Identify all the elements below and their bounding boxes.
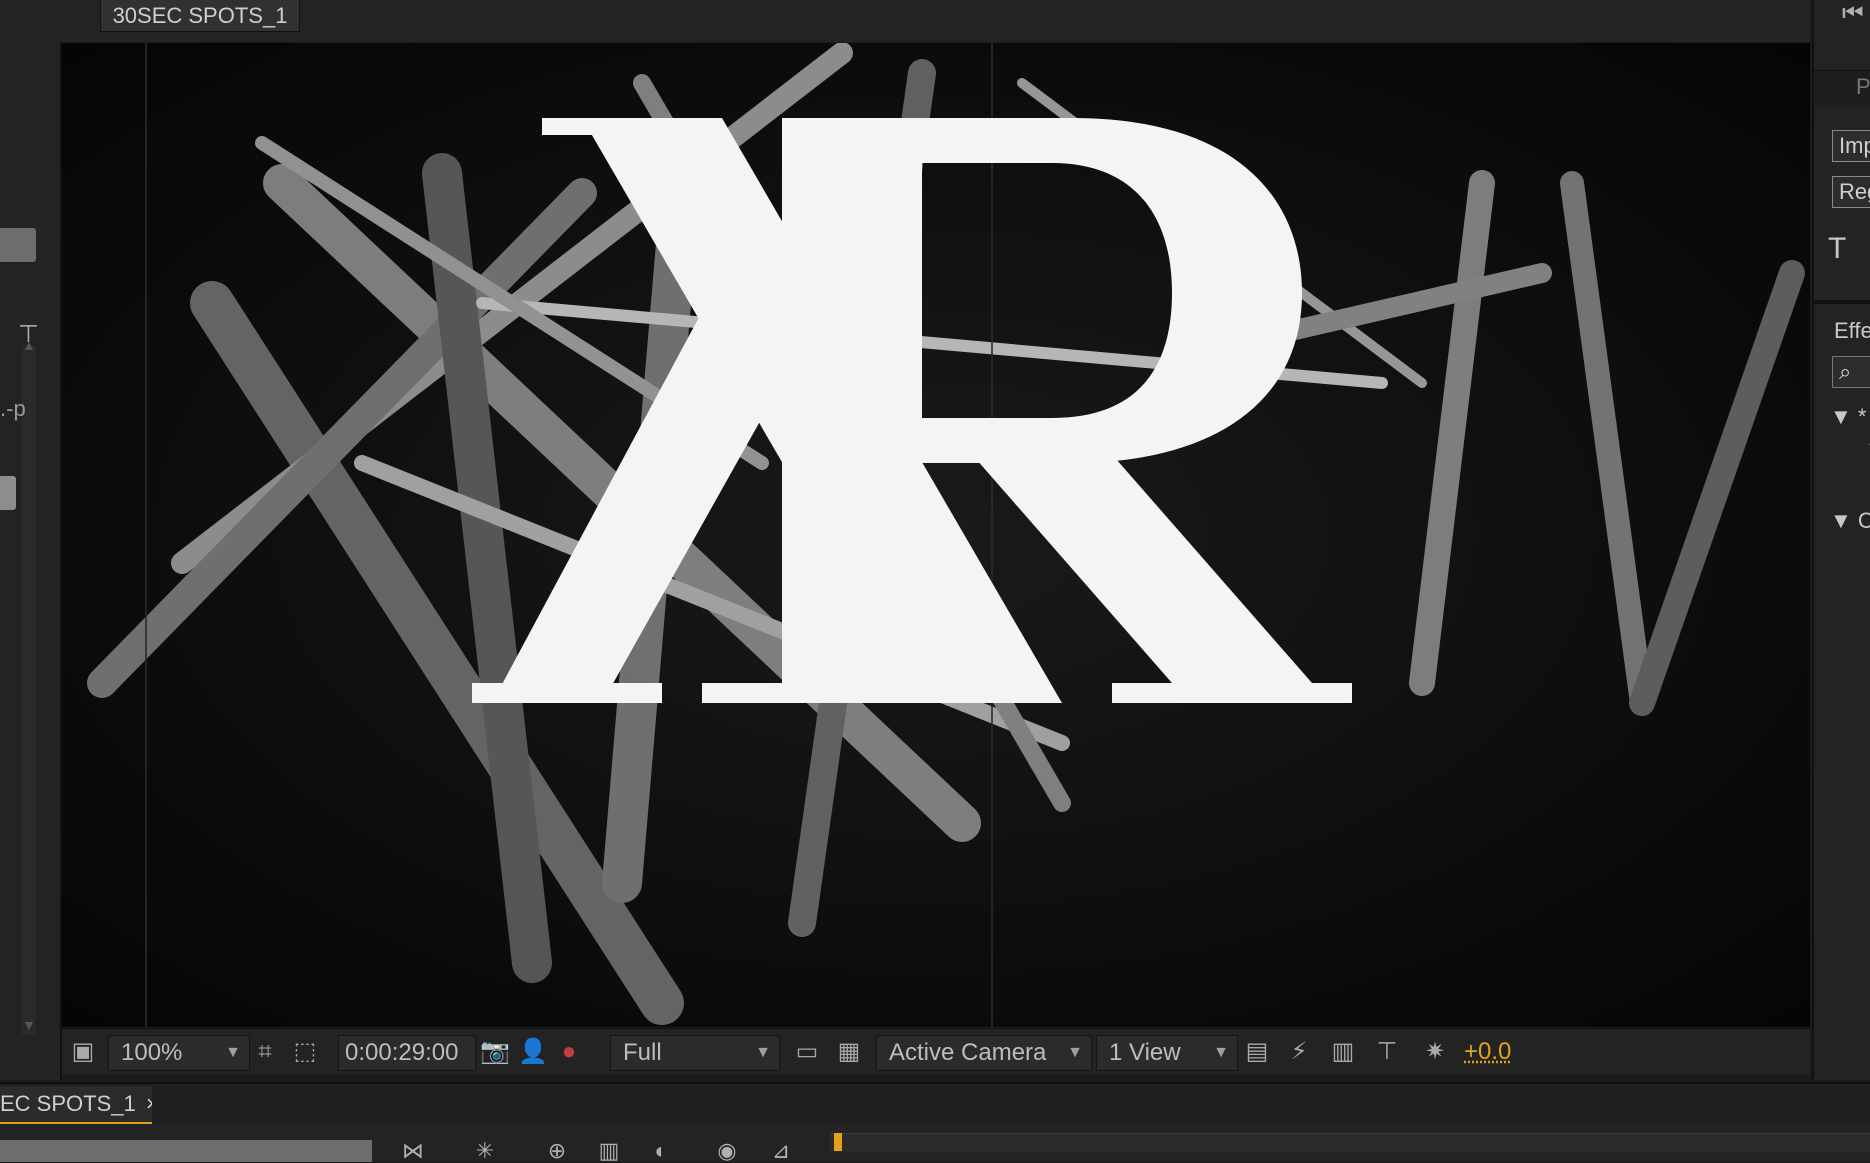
chevron-down-icon: ▼ bbox=[225, 1036, 241, 1070]
viewer-toolbar: ▣ 100% ▼ ⌗ ⬚ 0:00:29:00 📷 👤 ● Full ▼ ▭ ▦… bbox=[62, 1028, 1810, 1075]
disclosure-triangle-icon: ▼ bbox=[1830, 404, 1852, 429]
font-field[interactable]: Imp bbox=[1832, 130, 1870, 162]
close-icon[interactable]: × bbox=[146, 1091, 152, 1116]
effects-tab[interactable]: Effe bbox=[1834, 318, 1870, 344]
toggle-mask-icon[interactable]: ⬚ bbox=[290, 1037, 320, 1067]
transparency-grid-icon[interactable]: ▦ bbox=[834, 1037, 864, 1067]
skip-to-start-icon[interactable]: ⏮ bbox=[1842, 0, 1864, 28]
camera-view-dropdown[interactable]: Active Camera ▼ bbox=[876, 1035, 1092, 1071]
graph-editor-icon[interactable]: ⊿ bbox=[764, 1140, 798, 1162]
motion-blur-icon[interactable]: ▥ bbox=[592, 1140, 626, 1162]
project-item-fragment: .-p bbox=[0, 396, 26, 422]
timeline-tab-label: EC SPOTS_1 bbox=[0, 1091, 136, 1116]
view-layout-dropdown[interactable]: 1 View ▼ bbox=[1096, 1035, 1238, 1071]
right-panel: ⏮ P Imp Reg T Effe ⌕ ▼ * A ▼ ▼ Ch bbox=[1812, 0, 1870, 1080]
project-panel: ⊤ ▲ ▼ .-p bbox=[0, 0, 62, 1080]
frame-blending-icon[interactable]: ⊕ bbox=[540, 1140, 574, 1162]
resolution-dropdown[interactable]: Full ▼ bbox=[610, 1035, 780, 1071]
always-preview-icon[interactable]: ▣ bbox=[68, 1037, 98, 1067]
draft-3d-icon[interactable]: ⋈ bbox=[396, 1140, 430, 1162]
timeline-search-field[interactable] bbox=[0, 1140, 372, 1162]
scroll-up-icon[interactable]: ▲ bbox=[22, 337, 36, 353]
exposure-value[interactable]: +0.0 bbox=[1464, 1035, 1511, 1069]
selected-project-item[interactable] bbox=[0, 476, 16, 510]
search-icon: ⌕ bbox=[1839, 359, 1851, 384]
region-of-interest-icon[interactable]: ⌗ bbox=[250, 1037, 280, 1067]
disclosure-triangle-icon[interactable]: ▼ bbox=[1866, 440, 1870, 458]
timeline-tabbar bbox=[0, 1082, 1870, 1124]
effects-group-animation-presets[interactable]: ▼ * A bbox=[1830, 404, 1870, 430]
color-channels-icon[interactable]: ● bbox=[554, 1037, 584, 1067]
scroll-down-icon[interactable]: ▼ bbox=[22, 1017, 36, 1033]
font-style-field[interactable]: Reg bbox=[1832, 176, 1870, 208]
timeline-tab[interactable]: EC SPOTS_1 × bbox=[0, 1086, 152, 1124]
current-time-indicator[interactable] bbox=[834, 1133, 842, 1151]
timeline-icon[interactable]: ▥ bbox=[1328, 1037, 1358, 1067]
flowchart-icon[interactable]: ⊤ bbox=[1372, 1037, 1402, 1067]
magnification-dropdown[interactable]: 100% ▼ bbox=[108, 1035, 250, 1071]
auto-keyframe-icon[interactable]: ◉ bbox=[710, 1140, 744, 1162]
timecode-value: 0:00:29:00 bbox=[345, 1039, 458, 1066]
show-snapshot-icon[interactable]: 👤 bbox=[518, 1037, 548, 1067]
project-scrollbar[interactable]: ▲ ▼ bbox=[22, 345, 36, 1035]
magnification-value: 100% bbox=[121, 1039, 182, 1066]
hide-shy-layers-icon[interactable]: ✳ bbox=[468, 1140, 502, 1162]
panel-tab-paragraph[interactable]: P bbox=[1856, 74, 1870, 100]
effects-search-field[interactable]: ⌕ bbox=[1832, 356, 1870, 388]
project-search-field[interactable] bbox=[0, 228, 36, 262]
toggle-pixel-aspect-icon[interactable]: ▤ bbox=[1242, 1037, 1272, 1067]
text-size-icon[interactable]: T bbox=[1828, 232, 1846, 266]
chevron-down-icon: ▼ bbox=[1213, 1036, 1229, 1070]
comp-frame-artwork: XR TV bbox=[62, 43, 1810, 1027]
current-time-field[interactable]: 0:00:29:00 bbox=[338, 1035, 476, 1071]
disclosure-triangle-icon: ▼ bbox=[1830, 508, 1852, 533]
effects-group-channel[interactable]: ▼ Ch bbox=[1830, 508, 1870, 534]
chevron-down-icon: ▼ bbox=[755, 1036, 771, 1070]
brainstorm-icon[interactable]: ◐ bbox=[644, 1140, 678, 1162]
fast-previews-icon[interactable]: ⚡ bbox=[1284, 1037, 1314, 1067]
composition-viewer[interactable]: XR TV bbox=[62, 43, 1810, 1027]
time-ruler[interactable] bbox=[830, 1133, 1870, 1152]
reset-exposure-icon[interactable]: ✷ bbox=[1420, 1037, 1450, 1067]
resolution-value: Full bbox=[623, 1039, 662, 1066]
composition-viewer-tabbar bbox=[60, 0, 1810, 42]
fast-preview-icon[interactable]: ▭ bbox=[792, 1037, 822, 1067]
chevron-down-icon: ▼ bbox=[1067, 1036, 1083, 1070]
camera-view-value: Active Camera bbox=[889, 1039, 1046, 1066]
view-layout-value: 1 View bbox=[1109, 1039, 1181, 1066]
composition-tab[interactable]: 30SEC SPOTS_1 bbox=[100, 0, 300, 32]
snapshot-camera-icon[interactable]: 📷 bbox=[480, 1037, 510, 1067]
